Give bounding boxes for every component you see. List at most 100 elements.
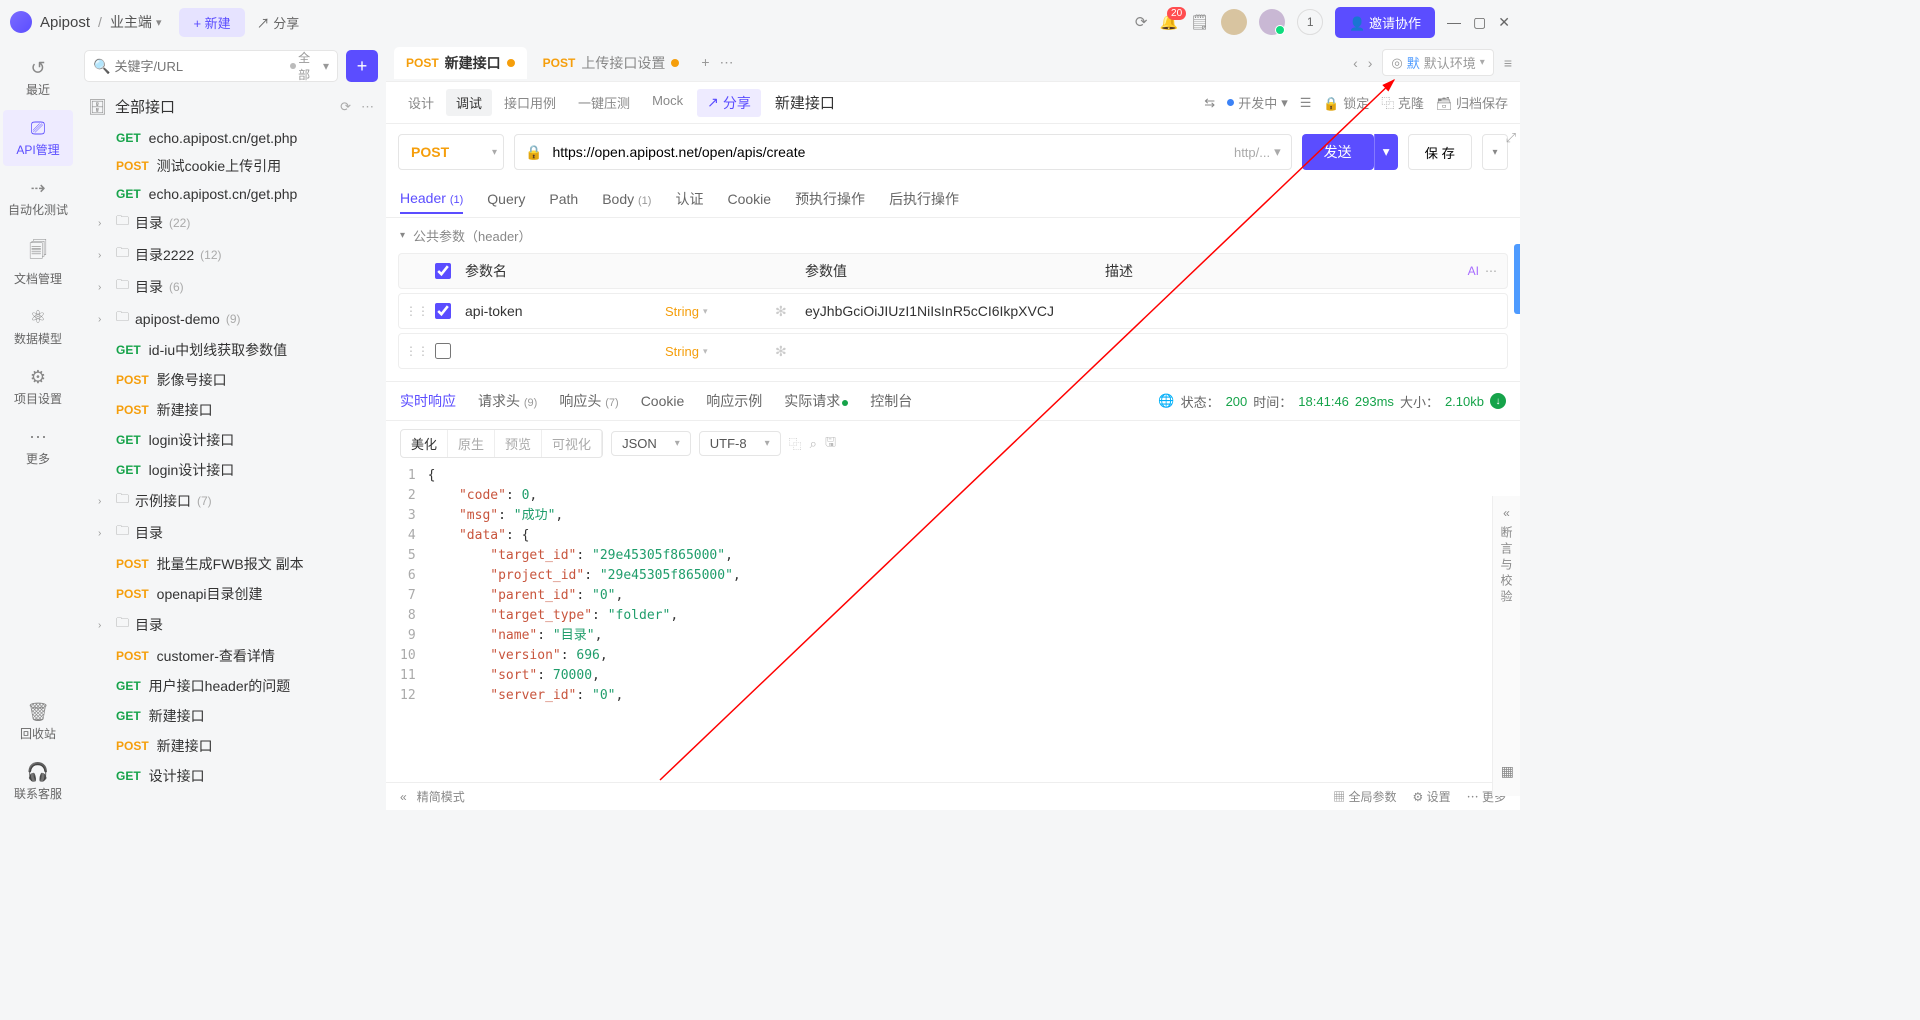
tree-api[interactable]: GETlogin设计接口 [76,455,386,485]
rail-item-项目设置[interactable]: ⚙项目设置 [3,359,73,415]
request-tab[interactable]: POST上传接口设置 [531,47,692,79]
project-name[interactable]: 业主端 [110,12,152,32]
tree-folder[interactable]: ›🗀目录 [76,517,386,549]
response-encoding-select[interactable]: UTF-8▾ [699,431,781,456]
tree-api[interactable]: POSTcustomer-查看详情 [76,641,386,671]
collapse-icon[interactable]: « [1503,506,1510,520]
share-link[interactable]: ↗分享 [697,89,761,117]
sync-icon[interactable]: ⟳ [1135,13,1148,31]
row-checkbox[interactable] [435,303,451,319]
resp-tab-响应示例[interactable]: 响应示例 [706,391,762,411]
collapse-left-icon[interactable]: « [400,790,407,804]
invite-button[interactable]: 👤 邀请协作 [1335,7,1435,38]
avatar[interactable] [1259,9,1285,35]
search-icon[interactable]: ⌕ [810,436,817,452]
tree-api[interactable]: GET设计接口 [76,761,386,791]
tree-api[interactable]: POSTopenapi目录创建 [76,579,386,609]
simple-mode[interactable]: 精简模式 [417,788,465,805]
archive-action[interactable]: 🗃 归档保存 [1436,93,1508,112]
resp-tab-Cookie[interactable]: Cookie [641,393,685,409]
param-tab-Header[interactable]: Header (1) [400,184,463,214]
copy-icon[interactable]: ⿻ [789,434,802,453]
add-button[interactable]: + [346,50,378,82]
tree-api[interactable]: GETlogin设计接口 [76,425,386,455]
resp-tab-实际请求[interactable]: 实际请求 [784,391,848,411]
type-select[interactable]: String ▾ [665,344,775,359]
resp-tab-实时响应[interactable]: 实时响应 [400,391,456,411]
param-tab-后执行操作[interactable]: 后执行操作 [889,183,959,215]
rail-item-更多[interactable]: ⋯更多 [3,419,73,475]
row-checkbox[interactable] [435,343,451,359]
tree-folder[interactable]: ›🗀目录 (6) [76,271,386,303]
avatar[interactable] [1221,9,1247,35]
rail-item-数据模型[interactable]: ⚛数据模型 [3,299,73,355]
share-button[interactable]: ↗ 分享 [257,13,300,32]
public-headers-label[interactable]: 公共参数（header） [413,226,531,245]
resp-tab-响应头[interactable]: 响应头 (7) [559,391,618,411]
rail-item-文档管理[interactable]: 🗐文档管理 [3,230,73,295]
param-tab-Query[interactable]: Query [487,185,525,213]
tree-api[interactable]: POST新建接口 [76,731,386,761]
more-icon[interactable]: ⋯ [361,99,374,115]
settings[interactable]: ⚙ 设置 [1413,788,1451,805]
resp-tab-请求头[interactable]: 请求头 (9) [478,391,537,411]
member-count[interactable]: 1 [1297,9,1323,35]
param-tab-认证[interactable]: 认证 [675,183,703,215]
param-tab-Path[interactable]: Path [549,185,578,213]
save-dropdown[interactable]: ▾ [1482,134,1508,170]
tree-api[interactable]: POST影像号接口 [76,365,386,395]
request-tab[interactable]: POST新建接口 [394,47,527,79]
search-input-wrap[interactable]: 🔍 全部 ▾ [84,50,338,82]
tree-folder[interactable]: ›🗀目录2222 (12) [76,239,386,271]
prev-tab-icon[interactable]: ‹ [1353,55,1358,71]
required-icon[interactable]: ✻ [775,303,805,320]
save-file-icon[interactable]: 🖫 [825,433,836,455]
search-input[interactable] [114,59,290,74]
drag-icon[interactable]: ⋮⋮ [405,344,435,358]
type-select[interactable]: String ▾ [665,304,775,319]
tree-api[interactable]: GETecho.apipost.cn/get.php [76,181,386,207]
mode-调试[interactable]: 调试 [446,89,492,116]
send-dropdown[interactable]: ▾ [1374,134,1398,170]
chevron-down-icon[interactable]: ▾ [156,16,162,29]
fmt-原生[interactable]: 原生 [448,430,495,457]
header-name[interactable]: api-token [465,303,665,319]
method-select[interactable]: POST▾ [398,134,504,170]
header-value[interactable]: eyJhbGciOiJIUzI1NiIsInR5cCI6IkpXVCJ [805,303,1105,319]
rail-item-回收站[interactable]: 🗑回收站 [3,694,73,750]
list-icon[interactable]: ≡ [1504,55,1512,71]
param-tab-Cookie[interactable]: Cookie [727,185,771,213]
tree-api[interactable]: POST批量生成FWB报文 副本 [76,549,386,579]
dev-status[interactable]: 开发中 ▾ [1227,93,1288,112]
refresh-icon[interactable]: ⟳ [340,99,351,115]
menu-icon[interactable]: ☰ [1300,95,1312,111]
environment-select[interactable]: ◎ 默默认环境 ▾ [1382,49,1493,76]
tree-api[interactable]: GET用户接口header的问题 [76,671,386,701]
notes-icon[interactable]: 🗒 [1190,13,1209,31]
next-tab-icon[interactable]: › [1368,55,1373,71]
all-apis-label[interactable]: 全部接口 [115,96,175,117]
send-button[interactable]: 发送 [1302,134,1374,170]
rail-item-最近[interactable]: ↺最近 [3,50,73,106]
close-icon[interactable]: ✕ [1498,14,1510,31]
tree-folder[interactable]: ›🗀目录 (22) [76,207,386,239]
ai-icon[interactable]: AI [1468,264,1479,278]
minimize-icon[interactable]: ― [1447,14,1461,30]
global-params[interactable]: ▦ 全局参数 [1333,788,1396,805]
tree-api[interactable]: GET新建接口 [76,701,386,731]
tree-folder[interactable]: ›🗀apipost-demo (9) [76,303,386,335]
param-tab-预执行操作[interactable]: 预执行操作 [795,183,865,215]
mode-Mock[interactable]: Mock [642,89,693,116]
tree-folder[interactable]: ›🗀目录 [76,609,386,641]
layout-icon[interactable]: ▦ [1501,763,1514,780]
download-icon[interactable]: ↓ [1490,393,1506,409]
bell-icon[interactable]: 🔔20 [1159,13,1178,31]
search-filter[interactable]: 全部 ▾ [290,49,329,83]
save-button[interactable]: 保 存 [1408,134,1472,170]
select-all-checkbox[interactable] [435,263,451,279]
rail-item-API管理[interactable]: ⎚API管理 [3,110,73,166]
maximize-icon[interactable]: ▢ [1473,14,1486,31]
tree-api[interactable]: POST新建接口 [76,395,386,425]
fmt-预览[interactable]: 预览 [495,430,542,457]
tree-api[interactable]: GETecho.apipost.cn/get.php [76,125,386,151]
